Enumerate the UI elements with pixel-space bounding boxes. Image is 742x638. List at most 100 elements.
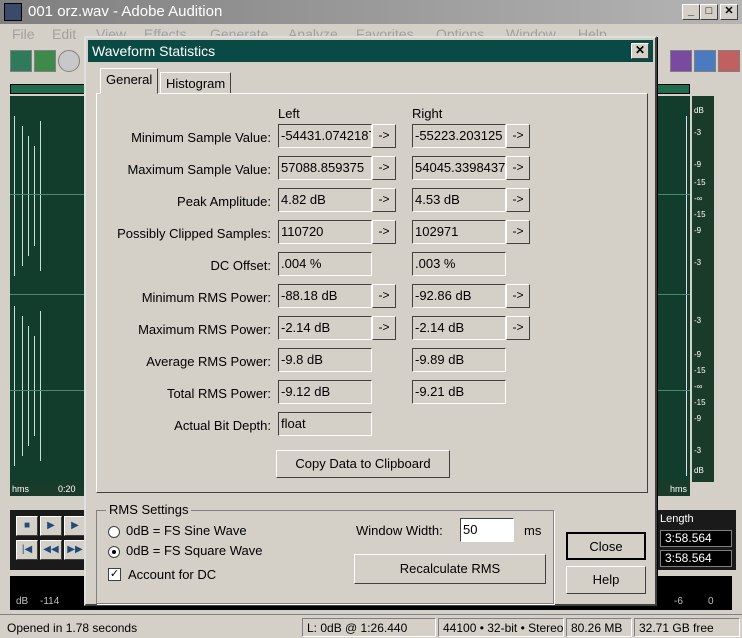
app-close-button[interactable]: ✕: [720, 4, 738, 20]
db-ruler-label: -9: [694, 160, 702, 169]
db-ruler-label: -3: [694, 316, 702, 325]
right-goto-button[interactable]: ->: [506, 156, 530, 180]
db-ruler-label: -∞: [694, 382, 703, 391]
recalculate-rms-button[interactable]: Recalculate RMS: [354, 554, 546, 584]
waveform-peak: [34, 336, 35, 436]
waveform-peak: [14, 306, 15, 466]
row-label: Peak Amplitude:: [177, 194, 271, 209]
go-to-start-button[interactable]: |◀: [16, 540, 38, 560]
level-meter-label: 0: [708, 596, 714, 607]
left-goto-button[interactable]: ->: [372, 316, 396, 340]
sine-wave-label[interactable]: 0dB = FS Sine Wave: [126, 523, 247, 538]
right-value-field: -55223.203125: [412, 124, 506, 148]
play-button[interactable]: ▶: [40, 516, 62, 536]
length-label: Length: [660, 513, 694, 525]
fast-forward-button[interactable]: ▶▶: [64, 540, 86, 560]
length-value-1: 3:58.564: [660, 530, 732, 547]
bit-depth-label: Actual Bit Depth:: [174, 418, 271, 433]
waveform-peak: [22, 126, 23, 266]
left-goto-button[interactable]: ->: [372, 124, 396, 148]
right-value-field: 4.53 dB: [412, 188, 506, 212]
waveform-peak: [40, 311, 41, 461]
left-value-field: -54431.0742187: [278, 124, 372, 148]
tab-general[interactable]: General: [100, 68, 159, 94]
right-goto-button[interactable]: ->: [506, 188, 530, 212]
zoom-icon[interactable]: [694, 50, 716, 72]
row-label: Maximum RMS Power:: [138, 322, 271, 337]
db-ruler-label: dB: [694, 106, 704, 115]
waveform-peak: [28, 326, 29, 446]
tab-histogram[interactable]: Histogram: [160, 72, 232, 94]
help-button[interactable]: Help: [566, 566, 646, 594]
window-width-label: Window Width:: [356, 523, 443, 538]
db-ruler-label: -15: [694, 178, 706, 187]
window-width-unit: ms: [524, 523, 542, 538]
waveform-view-icon[interactable]: [10, 50, 32, 72]
square-wave-radio[interactable]: [108, 546, 120, 558]
account-dc-label[interactable]: Account for DC: [128, 567, 216, 582]
left-value-field: -9.12 dB: [278, 380, 372, 404]
spectral-icon[interactable]: [670, 50, 692, 72]
close-button[interactable]: Close: [566, 532, 646, 560]
left-value-field: -88.18 dB: [278, 284, 372, 308]
account-dc-checkbox[interactable]: ✓: [108, 568, 121, 581]
right-goto-button[interactable]: ->: [506, 124, 530, 148]
rewind-button[interactable]: ◀◀: [40, 540, 62, 560]
db-ruler-label: -3: [694, 258, 702, 267]
audition-app-icon[interactable]: [4, 3, 22, 21]
app-title-bar: 001 orz.wav - Adobe Audition _ □ ✕: [0, 0, 742, 24]
menu-file[interactable]: File: [12, 26, 35, 42]
column-left-header: Left: [278, 106, 300, 121]
db-ruler-label: -9: [694, 414, 702, 423]
right-goto-button[interactable]: ->: [506, 284, 530, 308]
length-value-2: 3:58.564: [660, 550, 732, 567]
left-goto-button[interactable]: ->: [372, 156, 396, 180]
frequency-analysis-icon[interactable]: [718, 50, 740, 72]
left-value-field: 4.82 dB: [278, 188, 372, 212]
right-value-field: -9.89 dB: [412, 348, 506, 372]
right-value-field: -92.86 dB: [412, 284, 506, 308]
left-value-field: -9.8 dB: [278, 348, 372, 372]
waveform-peak: [40, 121, 41, 271]
left-goto-button[interactable]: ->: [372, 220, 396, 244]
multitrack-view-icon[interactable]: [34, 50, 56, 72]
time-unit-right: hms: [670, 484, 688, 494]
column-right-header: Right: [412, 106, 443, 121]
row-label: Average RMS Power:: [146, 354, 271, 369]
right-value-field: 54045.3398437: [412, 156, 506, 180]
copy-to-clipboard-button[interactable]: Copy Data to Clipboard: [276, 450, 450, 478]
stop-button[interactable]: ■: [16, 516, 38, 536]
play-loop-button[interactable]: ▶: [64, 516, 86, 536]
db-ruler-label: dB: [694, 466, 704, 475]
dialog-title: Waveform Statistics: [92, 43, 216, 59]
db-ruler-label: -9: [694, 226, 702, 235]
db-ruler-label: -3: [694, 128, 702, 137]
right-value-field: -9.21 dB: [412, 380, 506, 404]
minimize-button[interactable]: _: [682, 4, 700, 20]
dialog-close-icon[interactable]: ✕: [631, 43, 649, 59]
right-goto-button[interactable]: ->: [506, 316, 530, 340]
window-width-input[interactable]: 50: [460, 518, 514, 542]
waveform-peak: [22, 316, 23, 456]
db-ruler-label: -15: [694, 366, 706, 375]
square-wave-label[interactable]: 0dB = FS Square Wave: [126, 543, 262, 558]
waveform-statistics-dialog: Waveform Statistics ✕ General Histogram …: [84, 36, 657, 606]
rms-settings-title: RMS Settings: [106, 502, 192, 517]
menu-edit[interactable]: Edit: [52, 26, 76, 42]
left-goto-button[interactable]: ->: [372, 188, 396, 212]
left-goto-button[interactable]: ->: [372, 284, 396, 308]
waveform-peak: [14, 116, 15, 276]
sine-wave-radio[interactable]: [108, 526, 120, 538]
status-format: 44100 • 32-bit • Stereo: [438, 618, 564, 637]
dialog-title-bar: Waveform Statistics ✕: [88, 40, 653, 62]
row-label: DC Offset:: [210, 258, 271, 273]
status-level: L: 0dB @ 1:26.440: [302, 618, 436, 637]
right-goto-button[interactable]: ->: [506, 220, 530, 244]
time-unit-left: hms: [12, 484, 30, 494]
left-value-field: .004 %: [278, 252, 372, 276]
left-value-field: 110720: [278, 220, 372, 244]
cd-view-icon[interactable]: [58, 50, 80, 72]
maximize-button[interactable]: □: [700, 4, 718, 20]
transport-controls: ■ ▶ ▶ |◀ ◀◀ ▶▶: [10, 510, 90, 570]
left-value-field: -2.14 dB: [278, 316, 372, 340]
